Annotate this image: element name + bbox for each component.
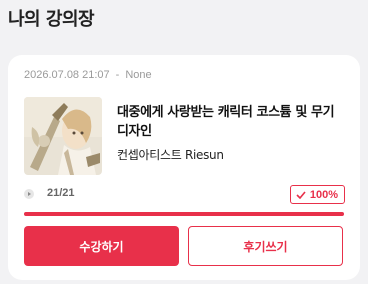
take-course-button[interactable]: 수강하기 (24, 226, 179, 266)
check-icon (296, 190, 306, 199)
progress-count: 21/21 (47, 187, 75, 199)
meta-separator: - (115, 69, 120, 81)
play-icon (24, 189, 34, 199)
progress-percent-badge: 100% (289, 185, 345, 204)
course-thumbnail[interactable] (24, 97, 102, 175)
progress-bar (24, 212, 344, 216)
course-status: None (125, 69, 152, 81)
progress-percent-label: 100% (309, 188, 338, 201)
enroll-date: 2026.07.08 21:07 (24, 69, 110, 81)
page-title: 나의 강의장 (8, 9, 95, 30)
progress-bar-fill (24, 212, 344, 216)
course-meta: 2026.07.08 21:07- None (24, 69, 152, 81)
instructor-name: 컨셉아티스트 Riesun (117, 148, 224, 162)
course-title[interactable]: 대중에게 사랑받는 캐릭터 코스튬 및 무기 디자인 (117, 103, 337, 141)
character-illustration-thumbnail (24, 97, 102, 175)
write-review-button[interactable]: 후기쓰기 (188, 226, 343, 266)
course-card: 2026.07.08 21:07- None 대중에게 사랑받는 캐릭터 코스튬 … (8, 55, 360, 280)
